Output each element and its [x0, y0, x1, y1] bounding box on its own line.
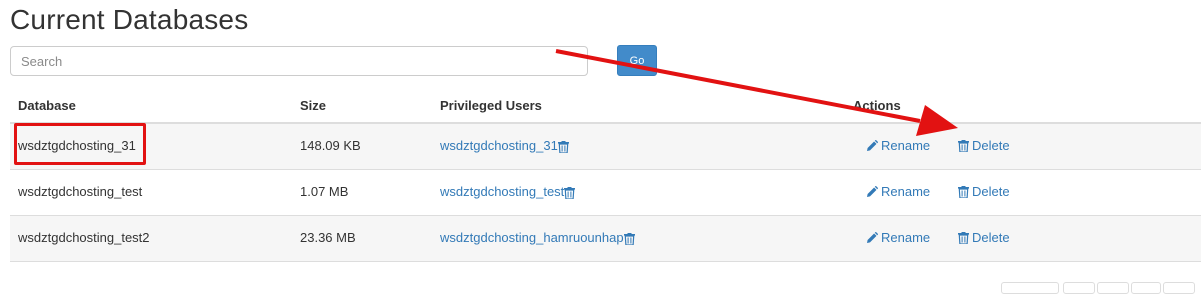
red-arrow-annotation: [555, 49, 958, 136]
pagination-button[interactable]: [1097, 282, 1129, 294]
pagination-button[interactable]: [1163, 282, 1195, 294]
pagination-button[interactable]: [1063, 282, 1095, 294]
pagination-button[interactable]: [1001, 282, 1059, 294]
pagination-button[interactable]: [1131, 282, 1161, 294]
